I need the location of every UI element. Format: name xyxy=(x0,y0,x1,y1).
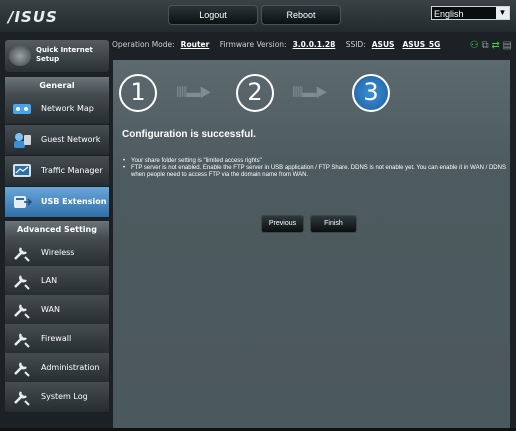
previous-button[interactable]: Previous xyxy=(261,215,304,233)
printer-icon[interactable]: ▤ xyxy=(503,40,512,51)
language-value: English xyxy=(434,9,464,19)
sidebar-item-label: WAN xyxy=(41,305,60,314)
general-header: General xyxy=(5,77,109,94)
page-title: Configuration is successful. xyxy=(122,129,256,140)
step-arrow-icon: ⦀⦀▬▶ xyxy=(292,84,328,100)
wrench-icon xyxy=(14,391,30,406)
result-messages: Your share folder setting is "limited ac… xyxy=(123,158,508,179)
main-panel xyxy=(113,60,510,428)
list-item: Your share folder setting is "limited ac… xyxy=(123,158,508,165)
network-map-icon xyxy=(13,104,31,114)
list-item: FTP server is not enabled. Enable the FT… xyxy=(123,165,508,179)
step-3-indicator: 3 xyxy=(352,74,390,112)
firmware-link[interactable]: 3.0.0.1.28 xyxy=(293,40,336,49)
sidebar-item-label: Network Map xyxy=(41,104,94,113)
wrench-icon xyxy=(14,304,30,319)
sidebar-item-traffic-manager[interactable]: Traffic Manager xyxy=(5,156,109,187)
logout-button[interactable]: Logout xyxy=(168,5,258,25)
sidebar-item-label: Guest Network xyxy=(41,135,101,144)
mode-label: Operation Mode: xyxy=(112,40,175,49)
chevron-down-icon: ▼ xyxy=(496,7,509,19)
ssid-link-5g[interactable]: ASUS_5G xyxy=(402,40,440,49)
reboot-button[interactable]: Reboot xyxy=(261,5,341,25)
finish-button[interactable]: Finish xyxy=(310,215,357,233)
sidebar-item-label: Wireless xyxy=(41,248,75,257)
sidebar-item-label: Traffic Manager xyxy=(41,166,103,175)
sidebar-item-network-map[interactable]: Network Map xyxy=(5,94,109,125)
traffic-manager-icon xyxy=(13,164,31,177)
clients-icon[interactable]: ⚇ xyxy=(470,40,479,51)
sidebar-item-firewall[interactable]: Firewall xyxy=(5,324,109,355)
step-1-indicator: 1 xyxy=(119,74,157,112)
quick-internet-setup-button[interactable]: Quick Internet Setup xyxy=(5,40,109,72)
qis-label: Quick Internet Setup xyxy=(36,46,93,63)
usb-icon[interactable]: ⇄ xyxy=(491,40,499,51)
ssid-link-24g[interactable]: ASUS xyxy=(372,40,395,49)
firmware-label: Firmware Version: xyxy=(219,40,287,49)
status-icons: ⚇ ⧉ ⇄ ▤ xyxy=(470,40,512,51)
copy-icon[interactable]: ⧉ xyxy=(481,40,488,51)
sidebar-item-label: Firewall xyxy=(41,334,72,343)
sidebar-item-usb-extension[interactable]: USB Extension xyxy=(5,187,109,218)
sidebar-item-wireless[interactable]: Wireless xyxy=(5,238,109,269)
step-arrow-icon: ⦀⦀▬▶ xyxy=(176,84,212,100)
top-bar: /ISUS Logout Reboot English ▼ xyxy=(0,0,516,32)
status-bar: Operation Mode: Router Firmware Version: 3… xyxy=(112,34,516,56)
wrench-icon xyxy=(14,362,30,377)
sidebar-item-guest-network[interactable]: Guest Network xyxy=(5,125,109,156)
mode-value-link[interactable]: Router xyxy=(181,40,210,49)
step-2-indicator: 2 xyxy=(236,74,274,112)
guest-network-icon xyxy=(14,133,31,148)
sidebar-item-label: LAN xyxy=(41,276,58,285)
wrench-icon xyxy=(14,247,30,262)
wrench-icon xyxy=(14,333,30,348)
sidebar-item-label: USB Extension xyxy=(41,197,107,206)
sidebar-item-lan[interactable]: LAN xyxy=(5,266,109,297)
sidebar-item-wan[interactable]: WAN xyxy=(5,295,109,326)
advanced-setting-header: Advanced Setting xyxy=(5,221,109,238)
wrench-icon xyxy=(14,275,30,290)
wizard-icon xyxy=(9,46,31,66)
ssid-label: SSID: xyxy=(345,40,366,49)
usb-extension-icon xyxy=(14,196,32,208)
sidebar-item-system-log[interactable]: System Log xyxy=(5,382,109,413)
language-select[interactable]: English ▼ xyxy=(431,6,510,20)
asus-logo: /ISUS xyxy=(8,8,58,26)
sidebar-item-label: Administration xyxy=(41,363,100,372)
sidebar-item-administration[interactable]: Administration xyxy=(5,353,109,384)
sidebar-item-label: System Log xyxy=(41,392,88,401)
